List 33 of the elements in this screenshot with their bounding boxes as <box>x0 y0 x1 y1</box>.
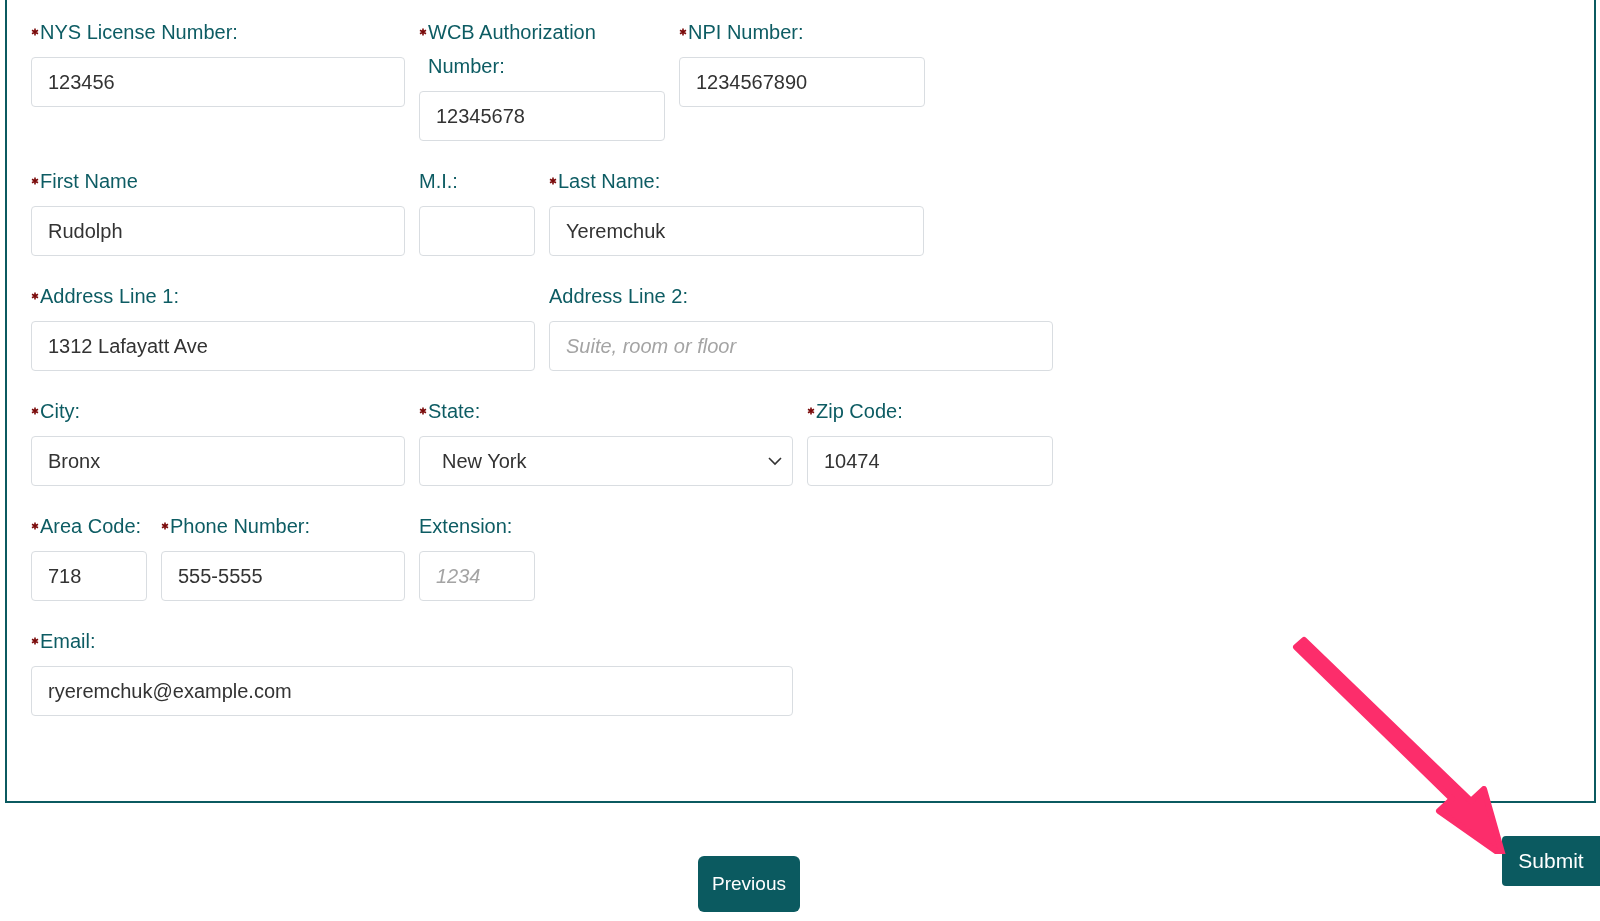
field-label: Extension: <box>419 514 513 539</box>
field-label: Email: <box>40 629 96 654</box>
field-label: First Name <box>40 169 138 194</box>
field-label: Address Line 2: <box>549 284 688 309</box>
field-label: M.I.: <box>419 169 458 194</box>
text-field[interactable] <box>419 206 535 256</box>
field-label: Phone Number: <box>170 514 311 539</box>
state-select[interactable]: New York <box>419 436 793 486</box>
field-label: Zip Code: <box>816 399 903 424</box>
field-label: Last Name: <box>558 169 661 194</box>
text-field[interactable]: Suite, room or floor <box>549 321 1053 371</box>
chevron-down-icon <box>768 456 782 466</box>
field-label: NPI Number: <box>688 20 804 45</box>
field-label: Address Line 1: <box>40 284 179 309</box>
text-field[interactable]: 1234567890 <box>679 57 925 107</box>
text-field[interactable]: 555-5555 <box>161 551 405 601</box>
field-label: WCB Authorization Number: <box>428 20 597 79</box>
previous-button[interactable]: Previous <box>698 856 800 912</box>
text-field[interactable]: 718 <box>31 551 147 601</box>
text-field[interactable]: 1234 <box>419 551 535 601</box>
text-field[interactable]: ryeremchuk@example.com <box>31 666 793 716</box>
text-field[interactable]: 123456 <box>31 57 405 107</box>
text-field[interactable]: Yeremchuk <box>549 206 924 256</box>
field-label: NYS License Number: <box>40 20 238 45</box>
text-field[interactable]: 10474 <box>807 436 1053 486</box>
submit-button[interactable]: Submit <box>1502 836 1600 886</box>
text-field[interactable]: 1312 Lafayatt Ave <box>31 321 535 371</box>
text-field[interactable]: Rudolph <box>31 206 405 256</box>
field-label: State: <box>428 399 481 424</box>
text-field[interactable]: 12345678 <box>419 91 665 141</box>
field-label: Area Code: <box>40 514 142 539</box>
field-label: City: <box>40 399 80 424</box>
text-field[interactable]: Bronx <box>31 436 405 486</box>
